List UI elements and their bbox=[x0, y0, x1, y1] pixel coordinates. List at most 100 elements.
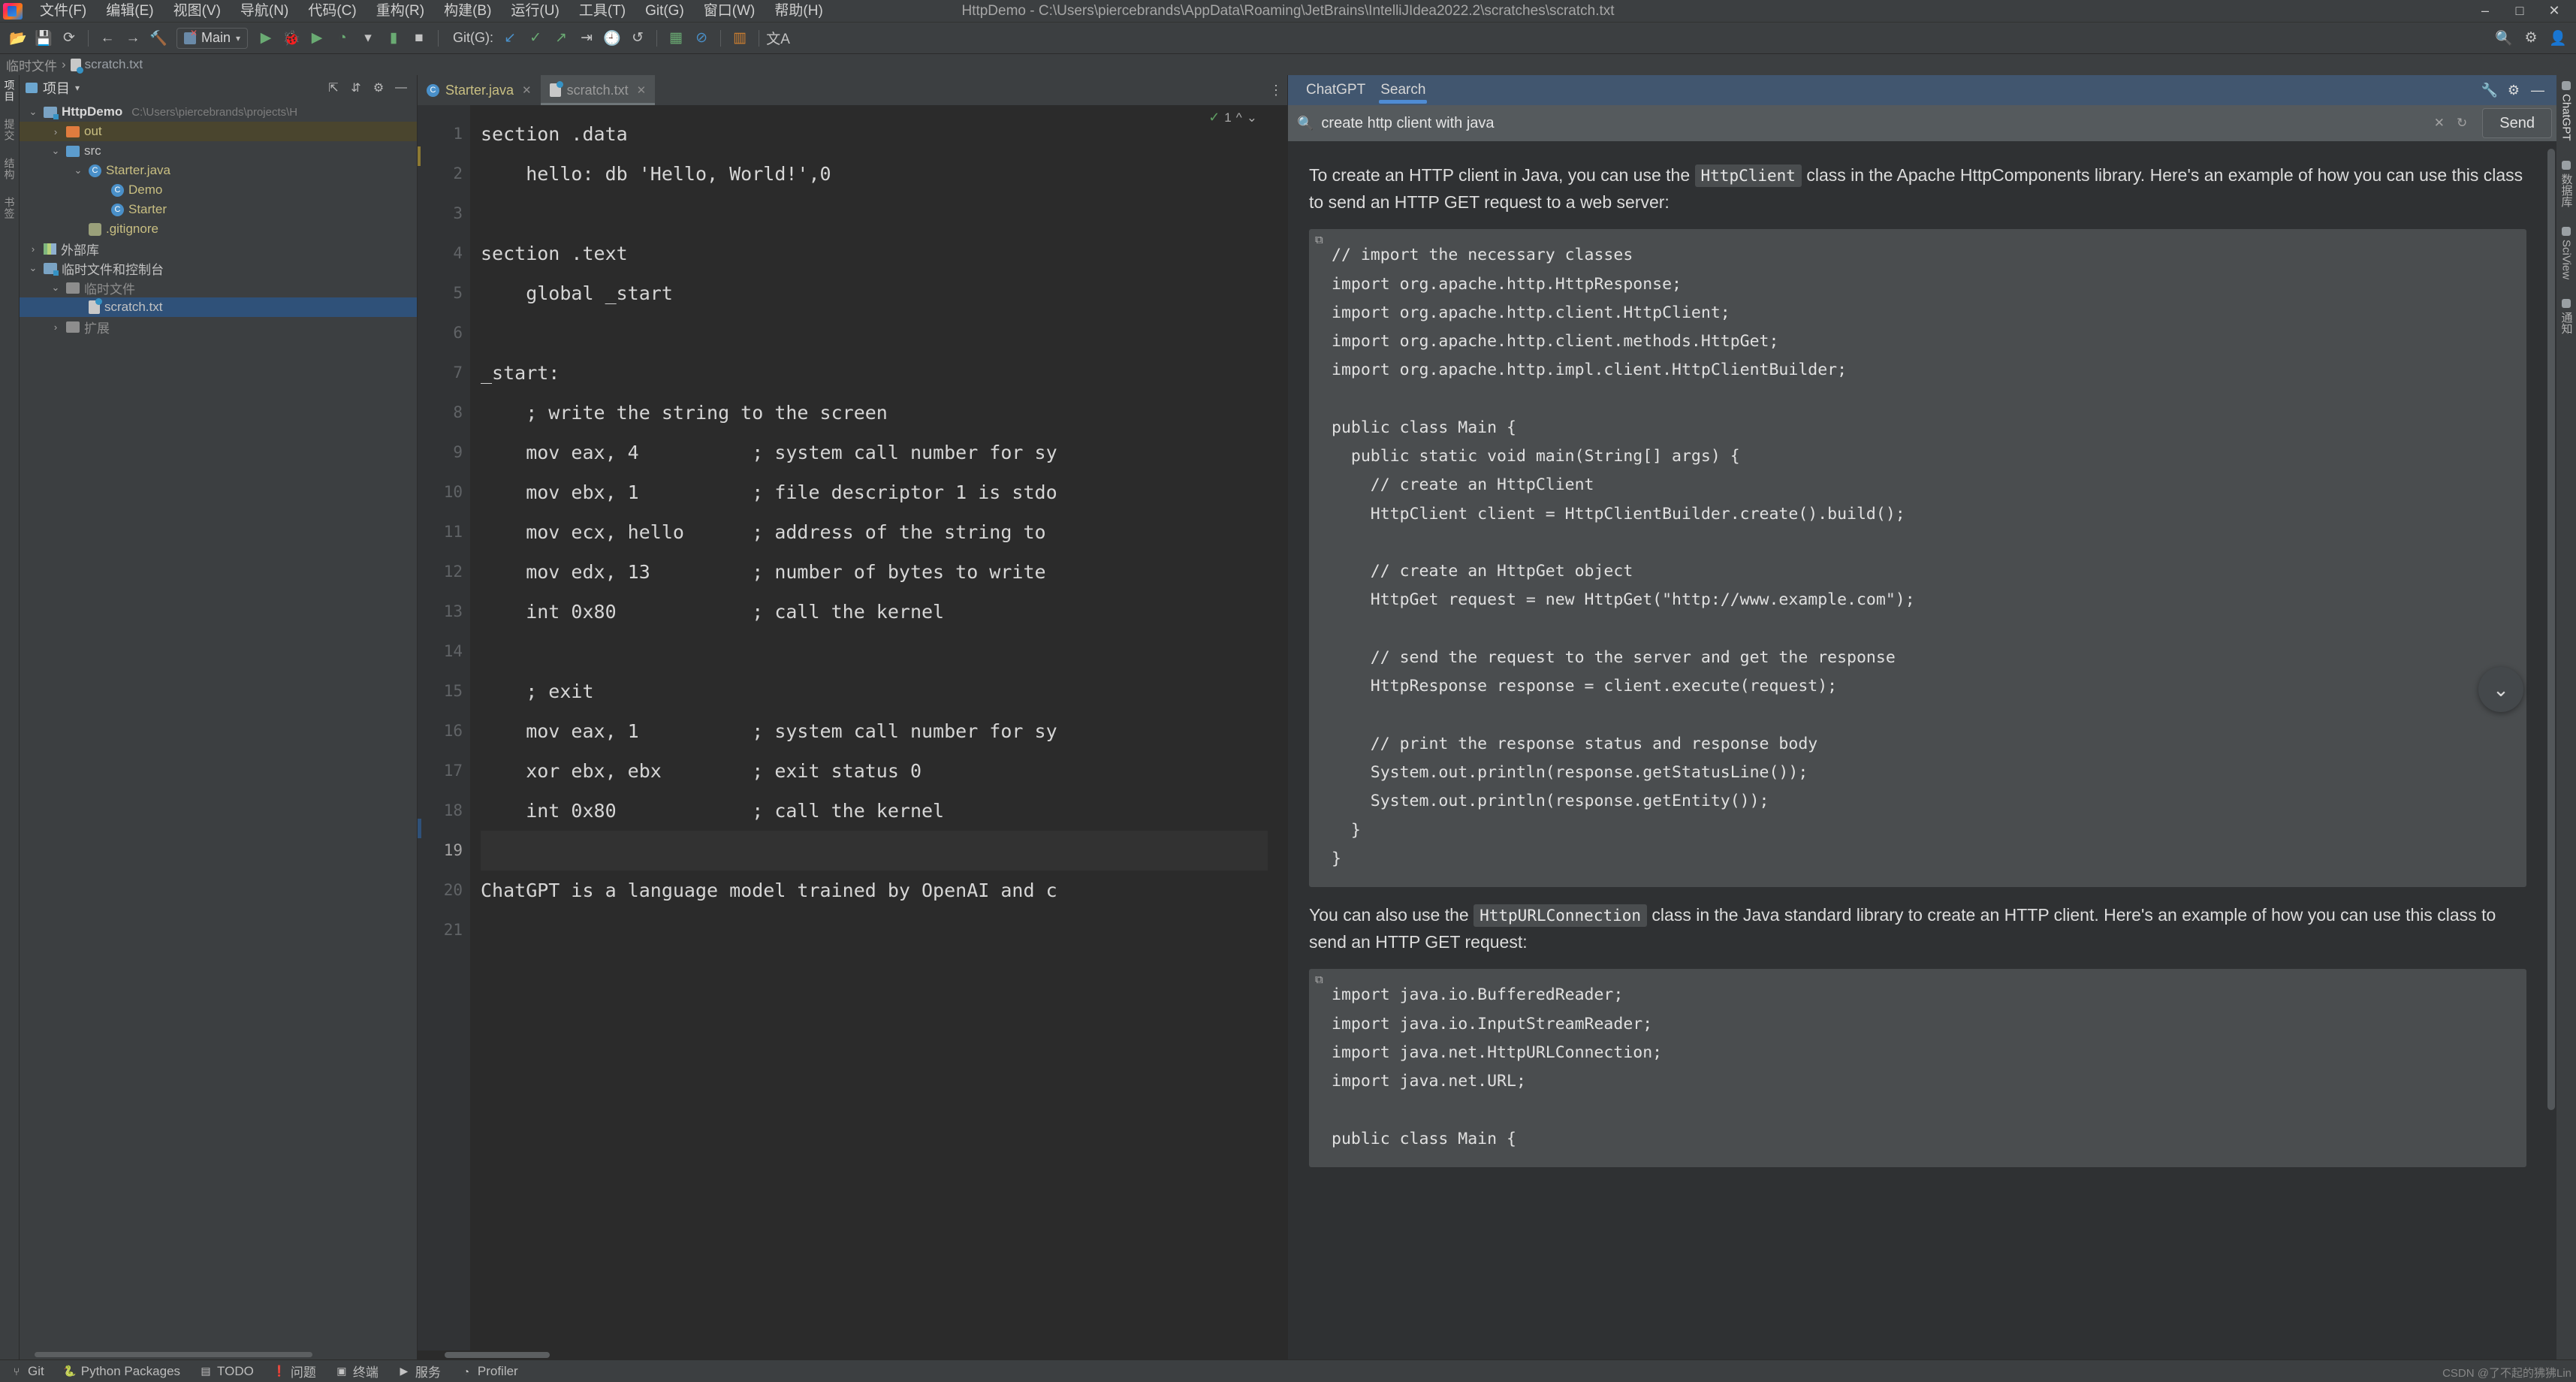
save-icon[interactable]: 💾 bbox=[32, 26, 56, 50]
coverage-icon[interactable]: ▶ bbox=[305, 26, 329, 50]
menu-item-1[interactable]: 编辑(E) bbox=[96, 0, 163, 23]
project-tree[interactable]: ⌄ HttpDemo C:\Users\piercebrands\projects\… bbox=[20, 101, 417, 1352]
editor-tab-1[interactable]: scratch.txt ✕ bbox=[540, 75, 656, 105]
tree-node-1[interactable]: › out bbox=[20, 122, 417, 141]
right-rail-item-0[interactable]: ChatGPT bbox=[2560, 81, 2573, 141]
scroll-to-bottom-button[interactable]: ⌄ bbox=[2478, 667, 2523, 712]
right-rail-item-1[interactable]: 数据库 bbox=[2559, 160, 2574, 207]
profile-icon[interactable]: ◔ bbox=[330, 26, 354, 50]
left-rail-item-1[interactable]: 提交 bbox=[2, 119, 17, 141]
menu-item-11[interactable]: 帮助(H) bbox=[765, 0, 832, 23]
clear-icon[interactable]: ✕ bbox=[2430, 116, 2449, 131]
tree-node-7[interactable]: › 外部库 bbox=[20, 239, 417, 258]
inspection-widget[interactable]: ✓ 1 ^ ⌄ bbox=[1208, 110, 1257, 125]
stop-icon[interactable]: ■ bbox=[407, 26, 431, 50]
git-menu-label[interactable]: Git(G): bbox=[445, 30, 496, 46]
tree-node-0[interactable]: ⌄ HttpDemo C:\Users\piercebrands\projects\… bbox=[20, 102, 417, 122]
menu-item-5[interactable]: 重构(R) bbox=[366, 0, 434, 23]
breadcrumb-root[interactable]: 临时文件 bbox=[6, 56, 57, 74]
tree-node-5[interactable]: C Starter bbox=[20, 200, 417, 219]
chart-icon[interactable]: ▦ bbox=[664, 26, 688, 50]
editor-tab-options-icon[interactable]: ⋮ bbox=[1265, 75, 1287, 105]
git-push-icon[interactable]: ↗ bbox=[549, 26, 573, 50]
status-bar-item-5[interactable]: ▶ 服务 bbox=[398, 1362, 440, 1380]
chat-tab-search[interactable]: Search bbox=[1373, 75, 1433, 105]
status-bar-item-1[interactable]: 🐍 Python Packages bbox=[63, 1364, 180, 1379]
chat-scrollbar[interactable] bbox=[2547, 149, 2555, 1110]
menu-item-2[interactable]: 视图(V) bbox=[164, 0, 231, 23]
left-rail-item-3[interactable]: 书签 bbox=[2, 197, 17, 219]
back-icon[interactable]: ← bbox=[95, 26, 119, 50]
breadcrumb-file[interactable]: scratch.txt bbox=[70, 57, 143, 74]
status-bar-item-0[interactable]: ⑂ Git bbox=[11, 1364, 44, 1379]
tree-node-6[interactable]: .gitignore bbox=[20, 219, 417, 239]
run-icon[interactable]: ▶ bbox=[254, 26, 278, 50]
status-bar-item-3[interactable]: ❗ 问题 bbox=[273, 1362, 316, 1380]
tree-node-9[interactable]: ⌄ 临时文件 bbox=[20, 278, 417, 297]
chevron-icon[interactable]: ⌄ bbox=[72, 164, 84, 177]
menu-item-10[interactable]: 窗口(W) bbox=[694, 0, 765, 23]
profile-dropdown-icon[interactable]: ▾ bbox=[356, 26, 380, 50]
more-run-icon[interactable]: ▮ bbox=[382, 26, 406, 50]
gear-icon[interactable]: ⚙ bbox=[2502, 79, 2525, 101]
search-icon[interactable]: 🔍 bbox=[2492, 26, 2516, 50]
menu-item-4[interactable]: 代码(C) bbox=[298, 0, 366, 23]
minimize-panel-icon[interactable]: — bbox=[2526, 79, 2549, 101]
chevron-icon[interactable]: › bbox=[50, 126, 62, 137]
right-rail-item-2[interactable]: SciView bbox=[2560, 226, 2573, 279]
build-icon[interactable]: 🔨 bbox=[146, 26, 170, 50]
git-commit-icon[interactable]: ✓ bbox=[523, 26, 547, 50]
sync-icon[interactable]: ⟳ bbox=[57, 26, 81, 50]
project-panel-tool-2[interactable]: ⚙ bbox=[369, 78, 388, 98]
chevron-down-icon[interactable]: ⌄ bbox=[1247, 110, 1257, 125]
reset-icon[interactable]: ↻ bbox=[2457, 116, 2475, 131]
tree-node-10[interactable]: scratch.txt bbox=[20, 297, 417, 317]
tree-node-8[interactable]: ⌄ 临时文件和控制台 bbox=[20, 258, 417, 278]
project-panel-tool-3[interactable]: — bbox=[391, 78, 411, 98]
chevron-icon[interactable]: ⌄ bbox=[27, 262, 39, 274]
menu-item-3[interactable]: 导航(N) bbox=[231, 0, 298, 23]
menu-item-0[interactable]: 文件(F) bbox=[30, 0, 96, 23]
chevron-icon[interactable]: › bbox=[27, 243, 39, 255]
tree-node-11[interactable]: › 扩展 bbox=[20, 317, 417, 336]
status-bar-item-2[interactable]: ▤ TODO bbox=[200, 1364, 253, 1379]
menu-item-7[interactable]: 运行(U) bbox=[501, 0, 569, 23]
chevron-up-icon[interactable]: ^ bbox=[1236, 110, 1242, 125]
maximize-button[interactable]: □ bbox=[2502, 0, 2537, 23]
copy-icon[interactable]: ⧉ bbox=[1315, 973, 1323, 986]
block-icon[interactable]: ⊘ bbox=[689, 26, 713, 50]
chevron-icon[interactable]: ⌄ bbox=[50, 282, 62, 294]
menu-item-9[interactable]: Git(G) bbox=[635, 0, 694, 23]
editor-tab-0[interactable]: C Starter.java ✕ bbox=[418, 75, 541, 105]
left-rail-item-0[interactable]: 项目 bbox=[2, 80, 17, 102]
avatar[interactable]: 👤 bbox=[2546, 26, 2570, 50]
editor-hscrollbar[interactable] bbox=[418, 1350, 1287, 1359]
menu-item-6[interactable]: 构建(B) bbox=[434, 0, 501, 23]
left-rail-item-2[interactable]: 结构 bbox=[2, 158, 17, 180]
status-bar-item-6[interactable]: ◔ Profiler bbox=[460, 1364, 518, 1379]
translate-icon[interactable]: 文A bbox=[766, 26, 790, 50]
git-rollback-icon[interactable]: ↺ bbox=[626, 26, 650, 50]
menu-item-8[interactable]: 工具(T) bbox=[569, 0, 635, 23]
git-shelve-icon[interactable]: ⇥ bbox=[575, 26, 599, 50]
chevron-icon[interactable]: › bbox=[50, 321, 62, 333]
gear-icon[interactable]: ⚙ bbox=[2519, 26, 2543, 50]
copy-icon[interactable]: ⧉ bbox=[1315, 234, 1323, 246]
git-history-icon[interactable]: 🕘 bbox=[600, 26, 624, 50]
close-tab-icon[interactable]: ✕ bbox=[522, 83, 532, 97]
chat-tab-chatgpt[interactable]: ChatGPT bbox=[1299, 75, 1373, 105]
tree-node-2[interactable]: ⌄ src bbox=[20, 141, 417, 161]
forward-icon[interactable]: → bbox=[121, 26, 145, 50]
tree-node-4[interactable]: C Demo bbox=[20, 180, 417, 200]
project-panel-tool-1[interactable]: ⇵ bbox=[346, 78, 366, 98]
chevron-icon[interactable]: ⌄ bbox=[27, 106, 39, 118]
tree-node-3[interactable]: ⌄ C Starter.java bbox=[20, 161, 417, 180]
right-rail-item-3[interactable]: 通知 bbox=[2559, 298, 2574, 334]
close-button[interactable]: ✕ bbox=[2537, 0, 2571, 23]
project-panel-tool-0[interactable]: ⇱ bbox=[324, 78, 343, 98]
git-update-icon[interactable]: ↙ bbox=[498, 26, 522, 50]
editor-code-content[interactable]: section .data hello: db 'Hello, World!',… bbox=[470, 105, 1268, 1350]
close-tab-icon[interactable]: ✕ bbox=[637, 83, 647, 97]
ui-designer-icon[interactable]: ▥ bbox=[728, 26, 752, 50]
status-bar-item-4[interactable]: ▣ 终端 bbox=[336, 1362, 379, 1380]
